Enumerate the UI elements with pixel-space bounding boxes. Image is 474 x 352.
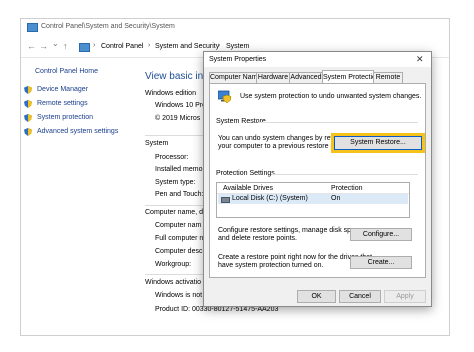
divider <box>145 205 205 206</box>
product-id: Product ID: 00330-80127-51475-AA203 <box>155 306 279 313</box>
sidebar-item-label: Advanced system settings <box>37 128 119 135</box>
activation-status: Windows is not <box>155 292 203 299</box>
back-arrow-icon[interactable]: ← <box>27 41 36 51</box>
breadcrumb-control-panel[interactable]: Control Panel <box>101 43 143 50</box>
tab-panel: Use system protection to undo unwanted s… <box>209 83 426 278</box>
apply-button[interactable]: Apply <box>384 290 426 303</box>
dialog-title: System Properties <box>209 56 267 63</box>
system-type-label: System type: <box>155 179 196 186</box>
column-protection[interactable]: Protection <box>331 185 363 192</box>
breadcrumb-system-and-security[interactable]: System and Security <box>155 43 219 50</box>
list-item[interactable]: Local Disk (C:) (System) On <box>218 194 408 204</box>
tab-advanced[interactable]: Advanced <box>289 72 323 83</box>
ok-button[interactable]: OK <box>297 290 336 303</box>
computer-shield-icon <box>218 90 232 104</box>
section-windows-edition: Windows edition <box>145 90 196 97</box>
divider <box>145 135 205 136</box>
column-available-drives[interactable]: Available Drives <box>223 185 273 192</box>
divider <box>272 174 418 175</box>
page-heading: View basic info <box>145 71 212 82</box>
drive-icon <box>221 197 230 203</box>
shield-icon <box>24 86 32 94</box>
shield-icon <box>24 100 32 108</box>
up-arrow-icon[interactable]: ↑ <box>63 41 68 51</box>
pen-and-touch-label: Pen and Touch: <box>155 191 204 198</box>
workgroup-label: Workgroup: <box>155 261 192 268</box>
divider <box>145 274 205 275</box>
computer-description-label: Computer descr <box>155 248 205 255</box>
address-icon <box>79 43 90 52</box>
tab-system-protection[interactable]: System Protection <box>322 70 380 84</box>
configure-button[interactable]: Configure... <box>350 228 412 241</box>
sidebar-item-label: Device Manager <box>37 86 88 93</box>
drives-list[interactable]: Available Drives Protection Local Disk (… <box>216 182 410 218</box>
full-computer-name-label: Full computer n <box>155 235 204 242</box>
drive-protection: On <box>331 195 341 202</box>
tab-computer-name[interactable]: Computer Name <box>209 72 261 83</box>
window-title: Control Panel\System and Security\System <box>41 23 175 30</box>
control-panel-icon <box>27 23 38 32</box>
windows-edition-value: Windows 10 Pro <box>155 102 206 109</box>
divider <box>258 122 418 123</box>
forward-arrow-icon[interactable]: → <box>39 41 48 51</box>
intro-text: Use system protection to undo unwanted s… <box>240 93 422 100</box>
breadcrumb-separator: › <box>93 42 96 49</box>
configure-description-line2: and delete restore points. <box>218 235 297 242</box>
section-windows-activation: Windows activatio <box>145 279 202 286</box>
shield-icon <box>24 128 32 136</box>
system-restore-button[interactable]: System Restore... <box>331 133 425 153</box>
window-titlebar: Control Panel\System and Security\System <box>21 19 449 35</box>
installed-memory-label: Installed memo <box>155 166 203 173</box>
restore-description-line2: your computer to a previous restore poin… <box>218 143 348 150</box>
recent-dropdown-icon[interactable]: ⌄ <box>52 39 59 48</box>
control-panel-home-link[interactable]: Control Panel Home <box>35 68 98 75</box>
tab-remote[interactable]: Remote <box>373 72 403 83</box>
computer-name-label: Computer nam <box>155 222 202 229</box>
sidebar-item-label: Remote settings <box>37 100 88 107</box>
processor-label: Processor: <box>155 154 189 161</box>
breadcrumb-separator: › <box>218 42 221 49</box>
create-button[interactable]: Create... <box>350 256 412 269</box>
protection-settings-group-label: Protection Settings <box>216 170 275 177</box>
breadcrumb-separator: › <box>148 42 151 49</box>
create-description: Create a restore point right now for the… <box>218 254 373 261</box>
shield-icon <box>24 114 32 122</box>
drives-list-header: Available Drives Protection <box>217 183 409 194</box>
section-system: System <box>145 140 169 147</box>
section-computer-name: Computer name, d <box>145 209 203 216</box>
dialog-titlebar: System Properties ✕ <box>204 52 431 67</box>
restore-description: You can undo system changes by reverting <box>218 135 352 142</box>
copyright-text: © 2019 Micros <box>155 115 201 122</box>
system-properties-dialog: System Properties ✕ Computer Name Hardwa… <box>203 51 432 307</box>
drive-name: Local Disk (C:) (System) <box>232 195 308 202</box>
configure-description: Configure restore settings, manage disk … <box>218 227 365 234</box>
breadcrumb-system[interactable]: System <box>226 43 249 50</box>
create-description-line2: have system protection turned on. <box>218 262 324 269</box>
close-icon[interactable]: ✕ <box>416 54 424 65</box>
cancel-button[interactable]: Cancel <box>339 290 381 303</box>
sidebar-item-label: System protection <box>37 114 94 121</box>
tab-hardware[interactable]: Hardware <box>256 72 290 83</box>
